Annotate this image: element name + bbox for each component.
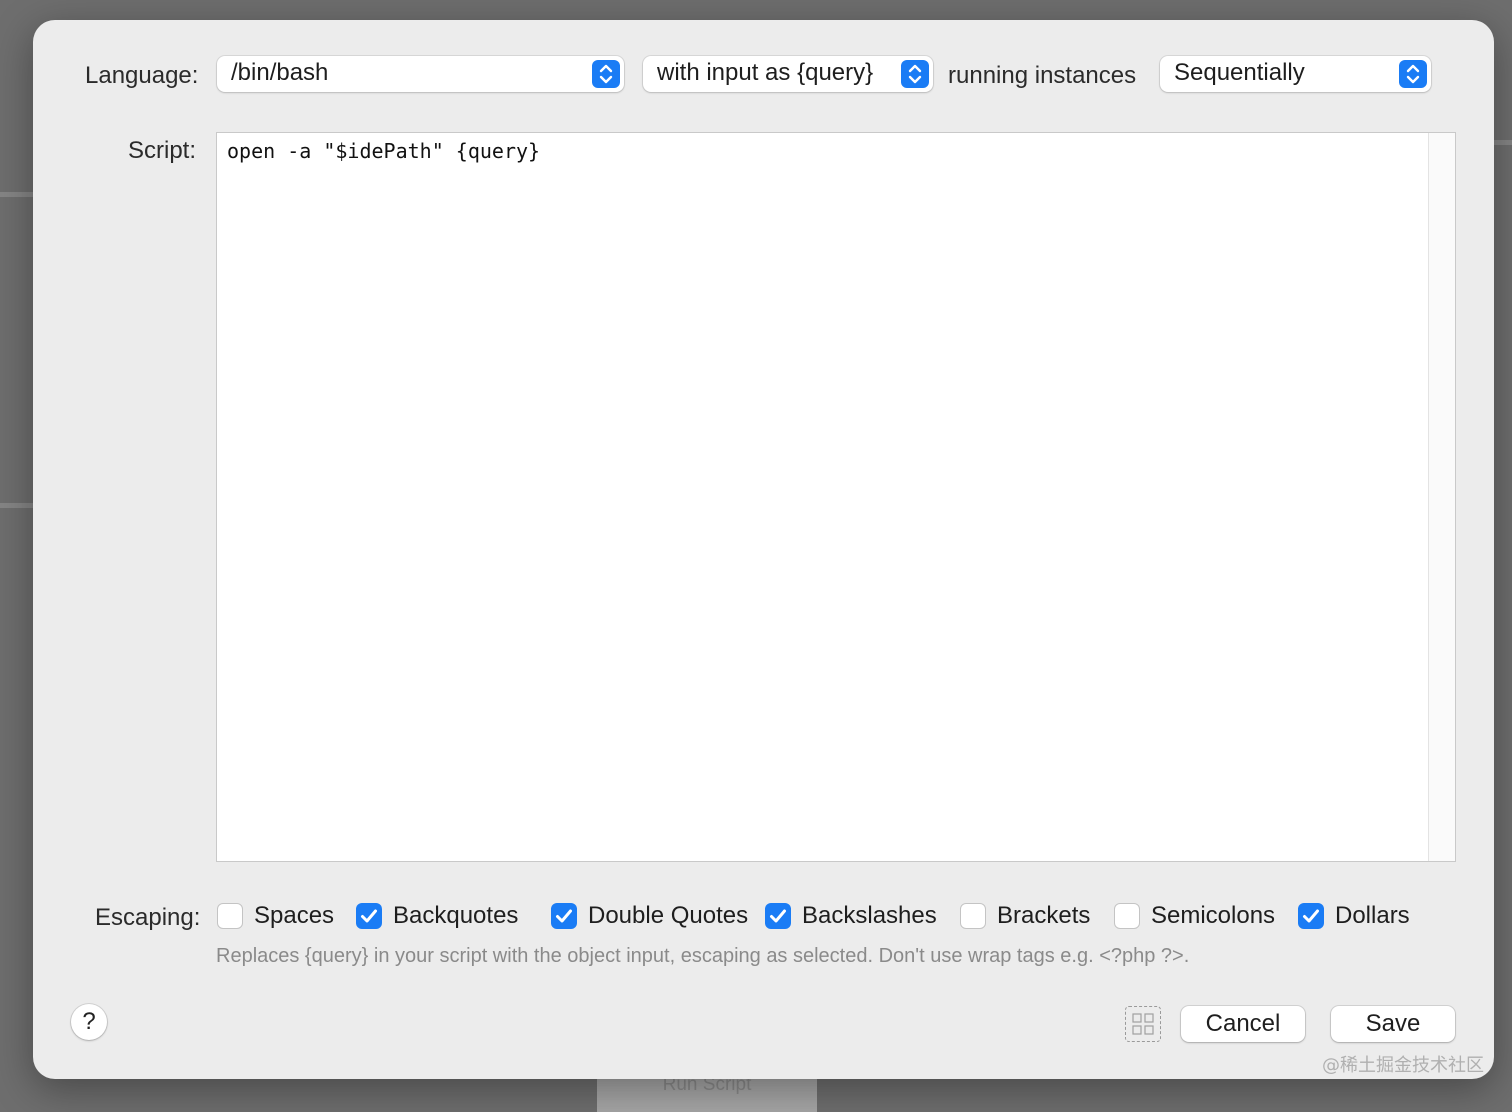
cancel-button[interactable]: Cancel: [1181, 1006, 1305, 1042]
stepper-icon: [592, 60, 620, 88]
help-icon: ?: [82, 1008, 96, 1035]
script-label: Script:: [128, 137, 197, 164]
input-mode-value: with input as {query}: [657, 59, 874, 86]
escape-spaces-label[interactable]: Spaces: [254, 902, 334, 930]
escape-double-quotes-checkbox[interactable]: [551, 903, 577, 929]
escaping-hint: Replaces {query} in your script with the…: [216, 945, 1190, 967]
escape-semicolons-label[interactable]: Semicolons: [1151, 902, 1275, 930]
stepper-icon: [901, 60, 929, 88]
escaping-label: Escaping:: [95, 904, 201, 931]
input-mode-popup[interactable]: with input as {query}: [643, 56, 933, 92]
background-connector: [0, 192, 34, 197]
grid-button[interactable]: [1125, 1006, 1161, 1042]
escape-spaces-checkbox[interactable]: [217, 903, 243, 929]
background-connector: [0, 503, 34, 508]
escape-backquotes-label[interactable]: Backquotes: [393, 902, 518, 930]
escape-semicolons-checkbox[interactable]: [1114, 903, 1140, 929]
grid-icon: [1132, 1013, 1154, 1035]
save-button[interactable]: Save: [1331, 1006, 1455, 1042]
escape-dollars-label[interactable]: Dollars: [1335, 902, 1410, 930]
background-connector: [1494, 140, 1512, 145]
script-dialog: Language: /bin/bash with input as {query…: [33, 20, 1494, 1079]
escape-double-quotes-label[interactable]: Double Quotes: [588, 902, 748, 930]
checkmark-icon: [1303, 909, 1319, 923]
running-instances-label: running instances: [948, 62, 1137, 89]
escape-brackets-label[interactable]: Brackets: [997, 902, 1090, 930]
stepper-icon: [1399, 60, 1427, 88]
running-instances-popup[interactable]: Sequentially: [1160, 56, 1431, 92]
language-label: Language:: [85, 62, 199, 89]
checkmark-icon: [770, 909, 786, 923]
escape-dollars-checkbox[interactable]: [1298, 903, 1324, 929]
checkmark-icon: [361, 909, 377, 923]
escape-brackets-checkbox[interactable]: [960, 903, 986, 929]
script-editor[interactable]: open -a "$idePath" {query}: [216, 132, 1456, 862]
language-popup[interactable]: /bin/bash: [217, 56, 624, 92]
watermark: @稀土掘金技术社区: [1322, 1055, 1484, 1076]
escape-backquotes-checkbox[interactable]: [356, 903, 382, 929]
checkmark-icon: [556, 909, 572, 923]
escape-backslashes-checkbox[interactable]: [765, 903, 791, 929]
language-value: /bin/bash: [231, 59, 329, 86]
script-text[interactable]: open -a "$idePath" {query}: [227, 139, 540, 163]
help-button[interactable]: ?: [71, 1004, 107, 1040]
script-scrollbar[interactable]: [1428, 133, 1455, 861]
escape-backslashes-label[interactable]: Backslashes: [802, 902, 937, 930]
running-instances-value: Sequentially: [1174, 59, 1305, 86]
